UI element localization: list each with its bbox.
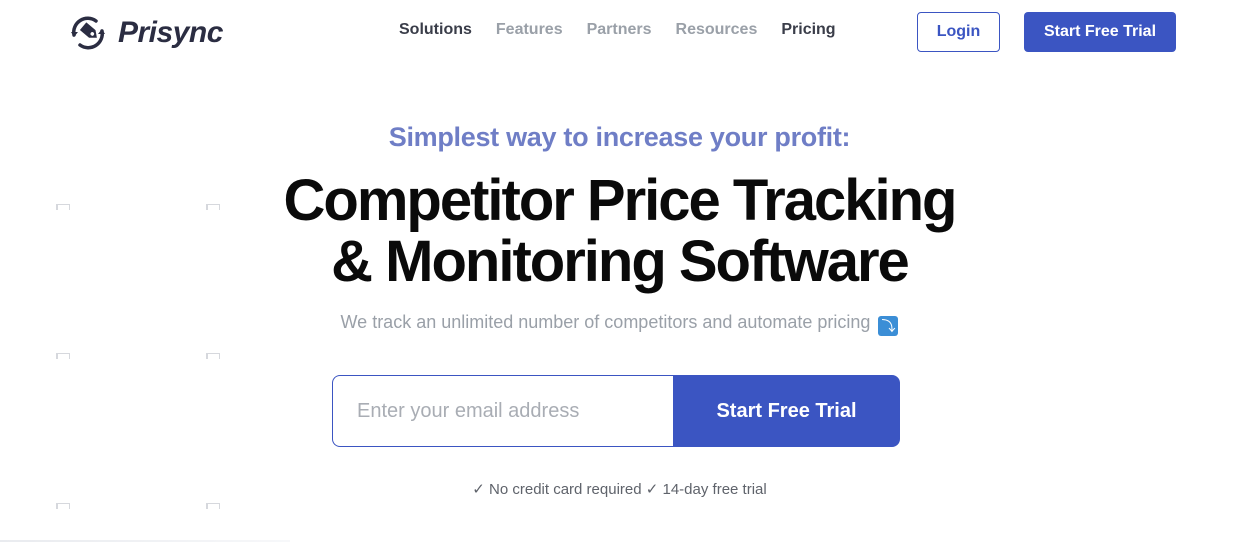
login-button[interactable]: Login [917, 12, 1000, 52]
nav-item-pricing[interactable]: Pricing [781, 21, 835, 39]
nav-item-features[interactable]: Features [496, 21, 563, 39]
trial-perks: ✓ No credit card required ✓ 14-day free … [0, 480, 1239, 498]
hero-start-trial-button[interactable]: Start Free Trial [673, 375, 900, 447]
email-input[interactable] [332, 375, 673, 447]
decorative-mark [206, 353, 220, 359]
arrow-down-right-icon: ⤵ [878, 316, 899, 336]
signup-form: Start Free Trial [332, 375, 900, 447]
main-nav: Solutions Features Partners Resources Pr… [399, 21, 836, 39]
nav-item-solutions[interactable]: Solutions [399, 21, 472, 39]
perk-free-trial: ✓ 14-day free trial [645, 481, 767, 498]
nav-item-partners[interactable]: Partners [587, 21, 652, 39]
decorative-mark [56, 503, 70, 509]
nav-item-resources[interactable]: Resources [676, 21, 758, 39]
hero-headline: Competitor Price Tracking & Monitoring S… [0, 170, 1239, 292]
headline-line-2: & Monitoring Software [331, 229, 910, 294]
brand-logo[interactable]: Prisync [66, 11, 223, 55]
decorative-mark [56, 353, 70, 359]
hero-subtitle-text: We track an unlimited number of competit… [340, 312, 871, 332]
header-start-trial-button[interactable]: Start Free Trial [1024, 12, 1176, 52]
site-header: Prisync Solutions Features Partners Reso… [0, 0, 1239, 64]
hero-tagline: Simplest way to increase your profit: [388, 122, 851, 152]
perk-no-credit-card: ✓ No credit card required [472, 481, 642, 498]
brand-name: Prisync [118, 16, 223, 49]
hero-subtitle: We track an unlimited number of competit… [0, 312, 1239, 336]
decorative-mark [206, 503, 220, 509]
price-tag-refresh-icon [66, 11, 110, 55]
headline-line-1: Competitor Price Tracking [283, 168, 958, 233]
